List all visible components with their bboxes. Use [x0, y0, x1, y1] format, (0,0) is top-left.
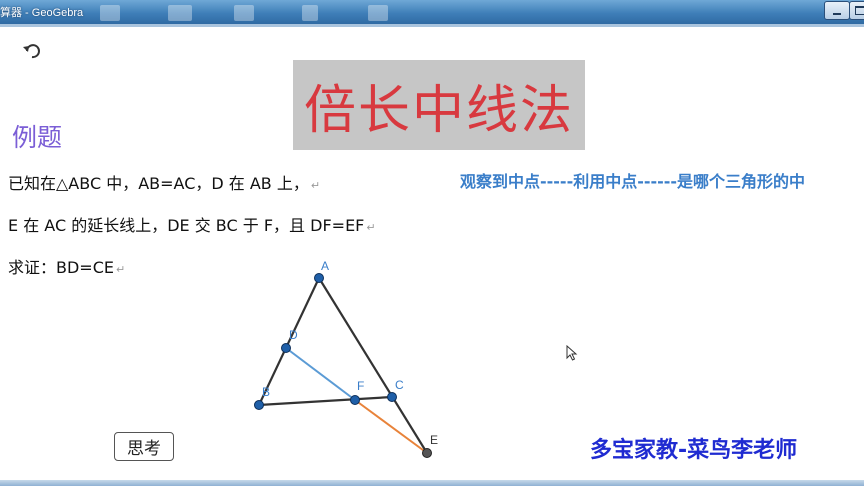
maximize-button[interactable]	[849, 1, 864, 20]
paragraph-mark: ↵	[366, 221, 376, 234]
minimize-button[interactable]	[824, 1, 850, 20]
problem-text: 求证：BD=CE	[8, 258, 114, 277]
slide-heading-box: 倍长中线法	[293, 60, 585, 150]
segment-df[interactable]	[285, 347, 356, 401]
background-icon	[302, 5, 318, 21]
paragraph-mark: ↵	[116, 263, 126, 276]
problem-text: E 在 AC 的延长线上，DE 交 BC 于 F，且 DF=EF	[8, 216, 365, 235]
point-label-b: B	[262, 385, 270, 399]
segment-bc[interactable]	[258, 395, 393, 407]
undo-icon[interactable]	[22, 42, 42, 60]
point-label-e: E	[430, 433, 438, 447]
point-a[interactable]	[314, 273, 324, 283]
hint-text: 观察到中点-----利用中点------是哪个三角形的中	[460, 172, 806, 191]
window-title: 算器 - GeoGebra	[0, 7, 84, 19]
window-frame-top	[0, 24, 864, 27]
mouse-pointer-icon	[566, 345, 578, 361]
problem-line-1: 已知在△ABC 中，AB=AC，D 在 AB 上， ↵	[8, 170, 320, 194]
point-label-d: D	[289, 328, 298, 342]
maximize-icon	[855, 6, 864, 15]
minimize-icon	[833, 12, 841, 15]
point-e[interactable]	[422, 448, 432, 458]
credit-text: 多宝家教-菜鸟李老师	[590, 438, 798, 463]
slide-heading: 倍长中线法	[303, 80, 574, 141]
example-label: 例题	[12, 123, 63, 152]
point-d[interactable]	[281, 343, 291, 353]
problem-line-2: E 在 AC 的延长线上，DE 交 BC 于 F，且 DF=EF ↵	[8, 212, 376, 236]
background-icon	[368, 5, 388, 21]
point-label-c: C	[395, 378, 404, 392]
point-c[interactable]	[387, 392, 397, 402]
background-icon	[168, 5, 192, 21]
problem-line-3: 求证：BD=CE ↵	[8, 254, 125, 278]
point-f[interactable]	[350, 395, 360, 405]
point-label-a: A	[321, 259, 329, 273]
segment-fe[interactable]	[354, 399, 428, 454]
background-icon	[100, 5, 120, 21]
problem-text: 已知在△ABC 中，AB=AC，D 在 AB 上，	[8, 174, 309, 193]
window-titlebar: 算器 - GeoGebra	[0, 0, 864, 24]
segment-ae[interactable]	[318, 277, 428, 454]
window-frame-bottom	[0, 480, 864, 486]
point-label-f: F	[357, 379, 364, 393]
think-button[interactable]: 思考	[114, 432, 174, 461]
background-icon	[234, 5, 254, 21]
point-b[interactable]	[254, 400, 264, 410]
paragraph-mark: ↵	[310, 179, 321, 192]
